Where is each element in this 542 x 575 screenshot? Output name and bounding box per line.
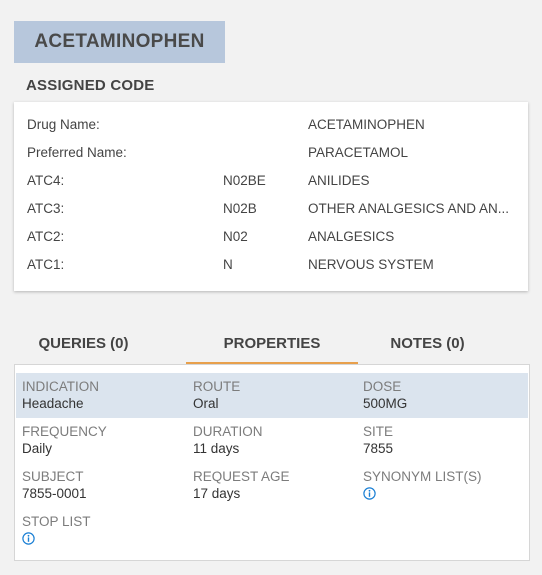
properties-panel: INDICATION Headache ROUTE Oral DOSE 500M…: [14, 364, 530, 561]
property-value: 11 days: [193, 441, 240, 456]
assigned-code-card: Drug Name: ACETAMINOPHEN Preferred Name:…: [14, 102, 528, 291]
property-label: DOSE: [363, 379, 402, 394]
info-icon[interactable]: [22, 532, 35, 545]
property-request-age: REQUEST AGE 17 days: [193, 469, 290, 501]
property-label: STOP LIST: [22, 514, 91, 529]
property-synonym-lists: SYNONYM LIST(S): [363, 469, 482, 503]
property-value: Headache: [22, 396, 84, 411]
tab-queries[interactable]: QUERIES (0): [14, 335, 153, 365]
property-value: 7855: [363, 441, 394, 456]
property-value: 7855-0001: [22, 486, 87, 501]
code-row-code: N02: [223, 229, 248, 244]
code-row-code: N02BE: [223, 173, 266, 188]
code-row-label: ATC4:: [27, 173, 65, 188]
code-row-drug-name: Drug Name: ACETAMINOPHEN: [14, 117, 528, 137]
code-row-atc2: ATC2: N02 ANALGESICS: [14, 229, 528, 249]
property-label: SYNONYM LIST(S): [363, 469, 482, 484]
property-frequency: FREQUENCY Daily: [22, 424, 107, 456]
property-subject: SUBJECT 7855-0001: [22, 469, 87, 501]
assigned-code-heading: ASSIGNED CODE: [26, 77, 155, 94]
property-label: REQUEST AGE: [193, 469, 290, 484]
code-row-atc4: ATC4: N02BE ANILIDES: [14, 173, 528, 193]
property-route: ROUTE Oral: [193, 379, 240, 411]
property-duration: DURATION 11 days: [193, 424, 263, 456]
property-value: Oral: [193, 396, 219, 411]
code-row-value: PARACETAMOL: [308, 145, 409, 160]
code-row-value: NERVOUS SYSTEM: [308, 257, 434, 272]
property-site: SITE 7855: [363, 424, 393, 456]
property-value: Daily: [22, 441, 53, 456]
property-label: DURATION: [193, 424, 263, 439]
property-indication: INDICATION Headache: [22, 379, 99, 411]
code-row-preferred-name: Preferred Name: PARACETAMOL: [14, 145, 528, 165]
property-label: ROUTE: [193, 379, 241, 394]
code-row-value: ACETAMINOPHEN: [308, 117, 425, 132]
code-row-label: ATC1:: [27, 257, 65, 272]
code-row-label: ATC2:: [27, 229, 65, 244]
code-row-label: Drug Name:: [27, 117, 100, 132]
code-row-label: ATC3:: [27, 201, 65, 216]
property-value: 500MG: [363, 396, 408, 411]
code-row-label: Preferred Name:: [27, 145, 127, 160]
property-label: SUBJECT: [22, 469, 84, 484]
property-label: SITE: [363, 424, 394, 439]
code-row-atc3: ATC3: N02B OTHER ANALGESICS AND AN...: [14, 201, 528, 221]
code-row-value: OTHER ANALGESICS AND AN...: [308, 201, 510, 216]
info-icon[interactable]: [363, 487, 376, 500]
property-dose: DOSE 500MG: [363, 379, 407, 411]
code-row-code: N: [223, 257, 233, 272]
property-value: 17 days: [193, 486, 241, 501]
code-row-code: N02B: [223, 201, 257, 216]
tab-properties[interactable]: PROPERTIES: [186, 335, 358, 364]
drug-title: ACETAMINOPHEN: [14, 21, 225, 63]
code-row-value: ANILIDES: [308, 173, 370, 188]
code-row-value: ANALGESICS: [308, 229, 395, 244]
property-label: INDICATION: [22, 379, 99, 394]
property-stop-list: STOP LIST: [22, 514, 91, 548]
tab-notes[interactable]: NOTES (0): [358, 335, 497, 365]
code-row-atc1: ATC1: N NERVOUS SYSTEM: [14, 257, 528, 277]
property-label: FREQUENCY: [22, 424, 107, 439]
